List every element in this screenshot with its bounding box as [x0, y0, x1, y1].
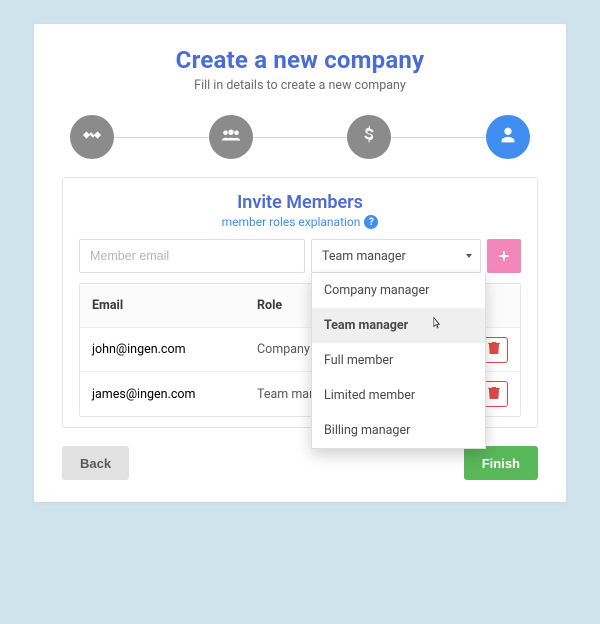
help-row: member roles explanation ?	[79, 215, 521, 229]
role-option-company-manager[interactable]: Company manager	[312, 273, 485, 308]
stepper-line	[100, 137, 500, 138]
role-select-wrap: Team manager Company manager Team manage…	[311, 239, 481, 273]
wizard-stepper	[70, 115, 530, 159]
role-select[interactable]: Team manager	[311, 239, 481, 273]
plus-icon: +	[499, 246, 510, 267]
page-title: Create a new company	[62, 46, 538, 74]
role-option-billing-manager[interactable]: Billing manager	[312, 413, 485, 448]
step-handshake[interactable]	[70, 115, 114, 159]
add-member-button[interactable]: +	[487, 239, 521, 273]
dollar-icon	[358, 124, 380, 150]
member-email-input[interactable]	[79, 239, 305, 273]
cell-email: john@ingen.com	[92, 342, 257, 357]
invite-input-row: Team manager Company manager Team manage…	[79, 239, 521, 273]
people-icon	[220, 124, 242, 150]
chevron-down-icon	[466, 254, 472, 258]
roles-help-link[interactable]: member roles explanation	[222, 215, 361, 229]
role-option-label: Team manager	[324, 318, 408, 333]
step-members[interactable]	[209, 115, 253, 159]
role-option-limited-member[interactable]: Limited member	[312, 378, 485, 413]
handshake-icon	[81, 124, 103, 150]
wizard-card: Create a new company Fill in details to …	[34, 24, 566, 502]
cell-email: james@ingen.com	[92, 387, 257, 402]
back-button[interactable]: Back	[62, 446, 129, 480]
panel-title: Invite Members	[79, 192, 521, 213]
help-icon[interactable]: ?	[364, 215, 378, 229]
role-option-team-manager[interactable]: Team manager	[312, 308, 485, 343]
role-select-value: Team manager	[322, 249, 406, 264]
cursor-pointer-icon	[429, 316, 443, 336]
column-header-email: Email	[92, 298, 257, 313]
trash-icon	[488, 341, 500, 358]
role-dropdown: Company manager Team manager Full member…	[311, 273, 486, 449]
trash-icon	[488, 386, 500, 403]
step-billing[interactable]	[347, 115, 391, 159]
invite-panel: Invite Members member roles explanation …	[62, 177, 538, 428]
page-subtitle: Fill in details to create a new company	[62, 78, 538, 93]
role-option-full-member[interactable]: Full member	[312, 343, 485, 378]
step-invite[interactable]	[486, 115, 530, 159]
finish-button[interactable]: Finish	[464, 446, 538, 480]
wizard-footer: Back Finish	[62, 446, 538, 480]
person-icon	[497, 124, 519, 150]
